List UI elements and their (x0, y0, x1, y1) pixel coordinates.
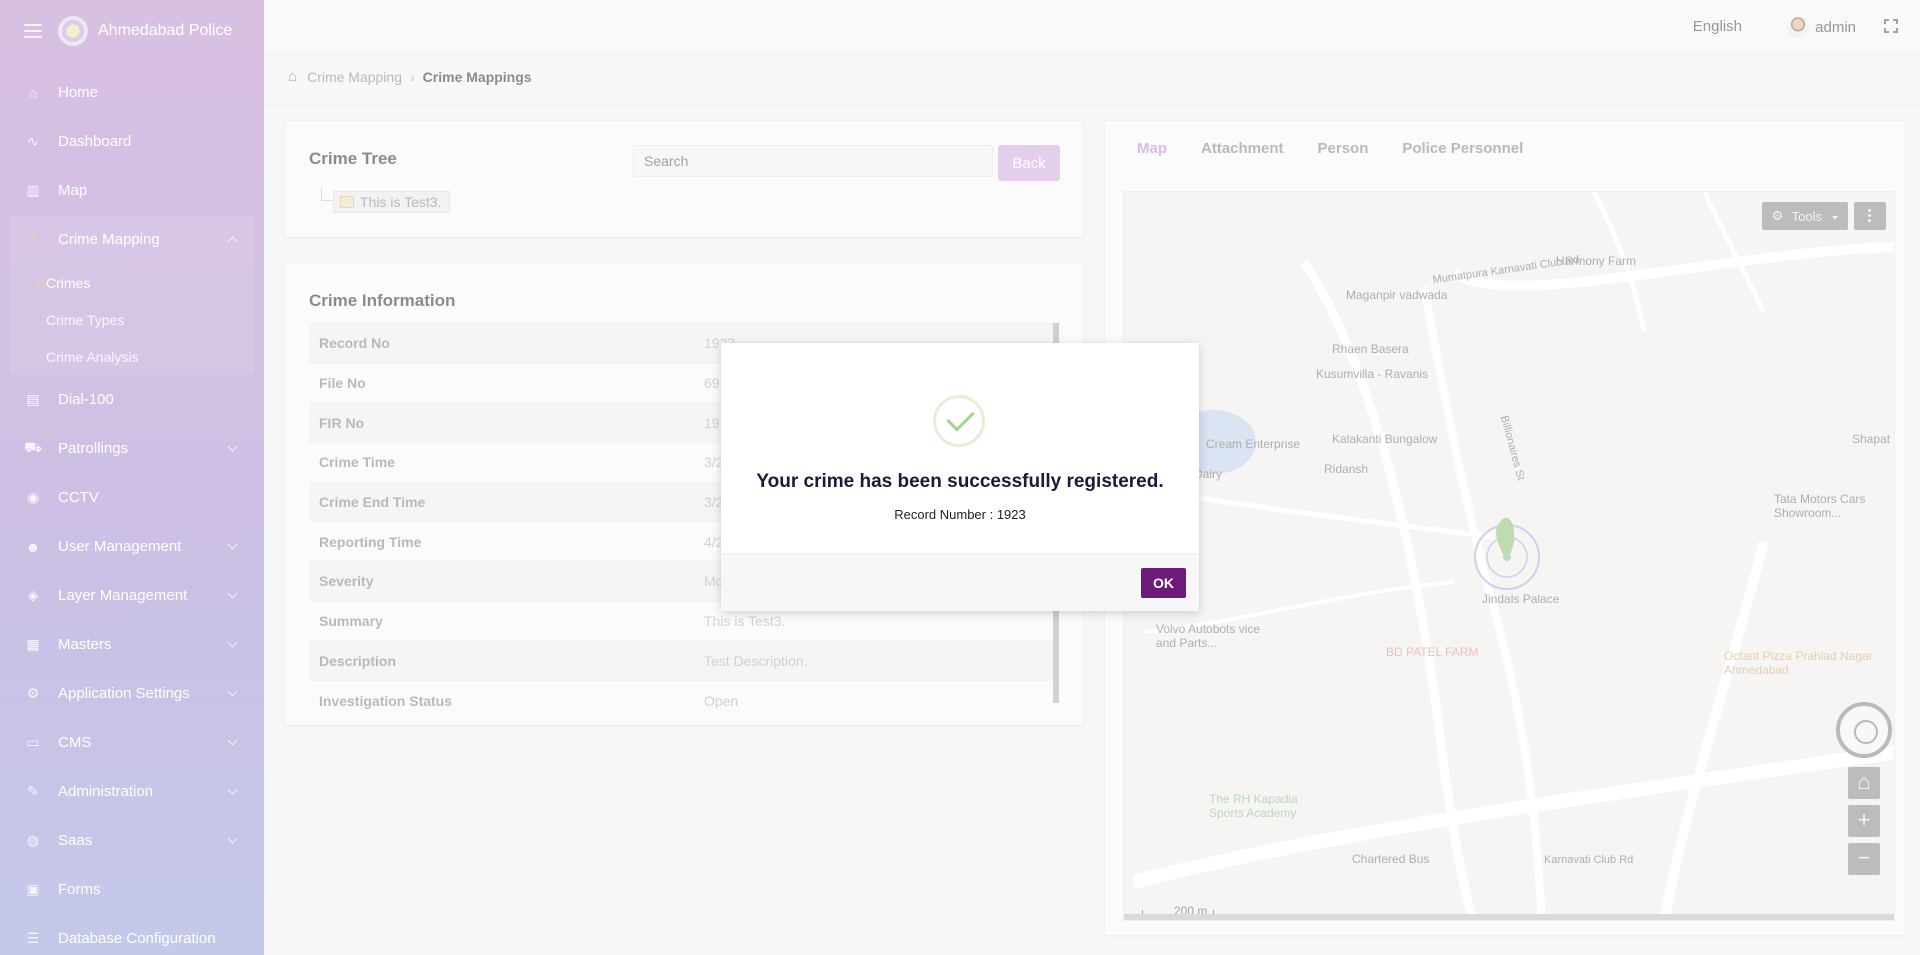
checkmark-icon (933, 395, 985, 447)
success-dialog: Your crime has been successfully registe… (721, 343, 1199, 611)
dialog-message: Record Number : 1923 (894, 507, 1026, 522)
dialog-title: Your crime has been successfully registe… (756, 471, 1164, 492)
dialog-footer: OK (721, 553, 1199, 611)
ok-button[interactable]: OK (1141, 568, 1186, 598)
